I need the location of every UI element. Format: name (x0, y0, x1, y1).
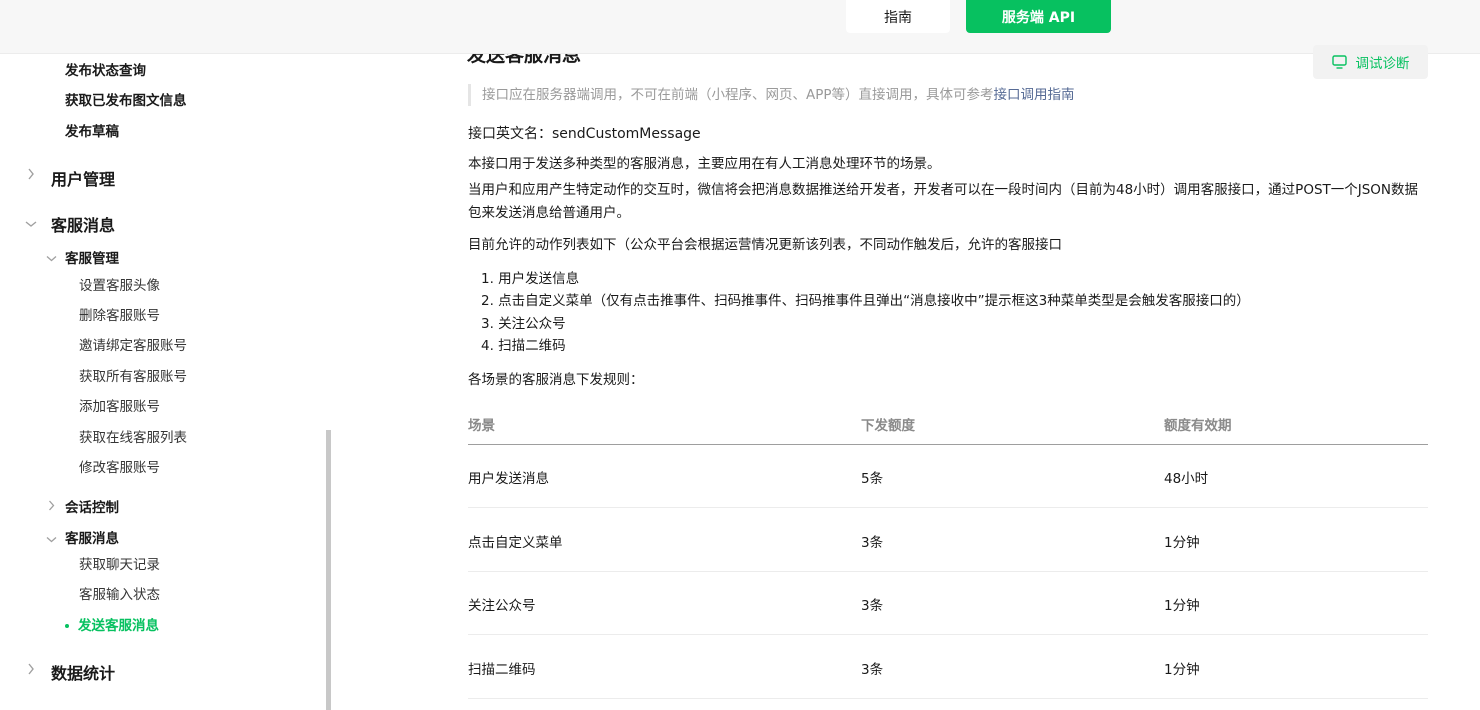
list-item: 4. 扫描二维码 (481, 338, 566, 354)
table-cell: 用户发送消息 (468, 471, 549, 487)
debug-diagnose-label: 调试诊断 (1355, 56, 1410, 72)
column-header: 额度有效期 (1164, 418, 1232, 434)
sidebar-item-add-account[interactable]: 添加客服账号 (79, 395, 160, 415)
table-cell: 1分钟 (1164, 662, 1200, 678)
description-paragraph: 本接口用于发送多种类型的客服消息，主要应用在有人工消息处理环节的场景。 (468, 156, 941, 172)
table-row: 点击自定义菜单 3条 1分钟 (468, 509, 1428, 572)
sidebar-nav: 发布状态查询 获取已发布图文信息 发布草稿 用户管理 客服消息 客服管理 设置客… (0, 0, 325, 710)
table-row: 关注公众号 3条 1分钟 (468, 572, 1428, 635)
sidebar-group-session-control[interactable]: 会话控制 (65, 496, 119, 516)
sidebar-item-label: 发送客服消息 (78, 618, 159, 634)
chevron-right-icon[interactable] (27, 663, 35, 678)
chevron-down-icon[interactable] (46, 532, 57, 546)
sidebar-item-typing-status[interactable]: 客服输入状态 (79, 583, 160, 603)
sidebar-item-online-list[interactable]: 获取在线客服列表 (79, 426, 187, 446)
sidebar-item-set-avatar[interactable]: 设置客服头像 (79, 274, 160, 294)
top-bar: 指南 服务端 API (0, 0, 1480, 54)
sidebar-item-get-published[interactable]: 获取已发布图文信息 (65, 89, 187, 109)
sidebar-item-invite-bind[interactable]: 邀请绑定客服账号 (79, 334, 187, 354)
table-cell: 关注公众号 (468, 598, 536, 614)
guide-button[interactable]: 指南 (846, 0, 950, 33)
sidebar-item-modify-account[interactable]: 修改客服账号 (79, 456, 160, 476)
active-dot-icon (65, 624, 69, 628)
api-english-name: 接口英文名：sendCustomMessage (468, 126, 701, 142)
list-item: 1. 用户发送信息 (481, 271, 580, 287)
table-cell: 1分钟 (1164, 598, 1200, 614)
list-item: 3. 关注公众号 (481, 316, 566, 332)
column-header: 下发额度 (861, 418, 915, 434)
table-cell: 5条 (861, 471, 884, 487)
sidebar-item-delete-account[interactable]: 删除客服账号 (79, 304, 160, 324)
column-header: 场景 (468, 418, 495, 434)
table-cell: 1分钟 (1164, 535, 1200, 551)
table-cell: 48小时 (1164, 471, 1209, 487)
table-cell: 3条 (861, 535, 884, 551)
monitor-icon (1331, 55, 1347, 69)
notice-block: 接口应在服务器端调用，不可在前端（小程序、网页、APP等）直接调用，具体可参考接… (468, 84, 1075, 106)
table-header: 场景 下发额度 额度有效期 (468, 404, 1428, 445)
notice-text: 接口应在服务器端调用，不可在前端（小程序、网页、APP等）直接调用，具体可参考 (482, 87, 994, 103)
table-cell: 点击自定义菜单 (468, 535, 563, 551)
list-item: 2. 点击自定义菜单（仅有点击推事件、扫码推事件、扫码推事件且弹出“消息接收中”… (481, 293, 1250, 309)
sidebar-item-chat-records[interactable]: 获取聊天记录 (79, 553, 160, 573)
sidebar-item-get-all-accounts[interactable]: 获取所有客服账号 (79, 365, 187, 385)
server-api-button[interactable]: 服务端 API (966, 0, 1111, 33)
chevron-right-icon[interactable] (27, 168, 35, 183)
description-paragraph: 目前允许的动作列表如下（公众平台会根据运营情况更新该列表，不同动作触发后，允许的… (468, 237, 1062, 253)
sidebar-section-kefu-message[interactable]: 客服消息 (51, 212, 115, 236)
sidebar-group-kefu-manage[interactable]: 客服管理 (65, 247, 119, 267)
debug-diagnose-button[interactable]: 调试诊断 (1313, 45, 1428, 79)
table-cell: 3条 (861, 598, 884, 614)
sidebar-group-kefu-message[interactable]: 客服消息 (65, 527, 119, 547)
sidebar-item-publish-draft[interactable]: 发布草稿 (65, 120, 119, 140)
table-row: 用户发送消息 5条 48小时 (468, 445, 1428, 508)
sidebar-scrollbar[interactable] (326, 430, 331, 710)
chevron-right-icon[interactable] (48, 500, 55, 514)
chevron-down-icon[interactable] (25, 217, 37, 231)
table-row: 扫描二维码 3条 1分钟 (468, 636, 1428, 699)
api-call-guide-link[interactable]: 接口调用指南 (994, 87, 1075, 103)
table-cell: 3条 (861, 662, 884, 678)
rules-title: 各场景的客服消息下发规则： (468, 372, 644, 388)
table-cell: 扫描二维码 (468, 662, 536, 678)
chevron-down-icon[interactable] (46, 251, 57, 265)
sidebar-section-data-stats[interactable]: 数据统计 (51, 660, 115, 684)
sidebar-item-publish-status[interactable]: 发布状态查询 (65, 59, 146, 79)
sidebar-section-user-manage[interactable]: 用户管理 (51, 166, 115, 190)
sidebar-item-send-kefu-message[interactable]: 发送客服消息 (65, 614, 159, 634)
description-paragraph: 当用户和应用产生特定动作的交互时，微信将会把消息数据推送给开发者，开发者可以在一… (468, 182, 1419, 221)
